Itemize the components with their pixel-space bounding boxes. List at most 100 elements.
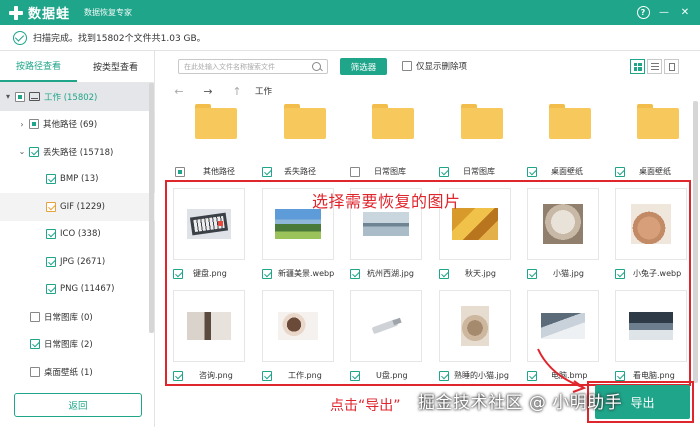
tree-checkbox[interactable]	[15, 91, 25, 102]
tree-checkbox[interactable]	[29, 146, 39, 157]
folder-label: 丢失路径	[284, 167, 316, 176]
select-hint-annotation: 选择需要恢复的图片	[312, 192, 461, 211]
tree-checkbox[interactable]	[30, 311, 40, 322]
folder-label: 日常图库	[463, 167, 495, 176]
only-deleted-label: 仅显示删除项	[416, 62, 468, 72]
drive-icon	[29, 92, 40, 102]
tree-checkbox[interactable]	[46, 201, 56, 212]
folder-checkbox[interactable]	[527, 166, 537, 177]
expand-down-icon[interactable]: ▾	[4, 92, 12, 101]
help-icon: ?	[636, 5, 650, 19]
tree-item-label: PNG (11467)	[60, 284, 115, 295]
folder-checkbox[interactable]	[439, 166, 449, 177]
toolbar: 在此处输入文件名称搜索文件 筛选器 仅显示删除项	[156, 51, 700, 81]
view-switcher	[630, 59, 679, 74]
folder-checkbox[interactable]	[262, 166, 272, 177]
close-icon: ✕	[680, 6, 690, 18]
tab-by-path[interactable]: 按路径查看	[0, 51, 77, 82]
tree-item-daily-gallery-2[interactable]: 日常图库 (2)	[0, 331, 155, 359]
view-mode-tabs: 按路径查看 按类型查看	[0, 51, 154, 83]
close-button[interactable]: ✕	[676, 3, 694, 21]
app-logo: 数据蛙	[8, 3, 70, 22]
app-name: 数据蛙	[28, 7, 71, 22]
folder-icon	[372, 104, 414, 140]
check-circle-icon	[13, 30, 27, 45]
detail-view-icon	[668, 62, 675, 71]
folder-caption: 桌面壁纸	[527, 166, 583, 177]
search-placeholder: 在此处输入文件名称搜索文件	[184, 62, 275, 71]
left-panel: 按路径查看 按类型查看 ▾ 工作 (15802) › 其他路径 (69) ⌄ 丢…	[0, 51, 155, 427]
click-hint-annotation: 点击“导出”	[330, 398, 401, 414]
back-button[interactable]: 返回	[14, 393, 142, 417]
folder-icon	[461, 104, 503, 140]
left-scrollbar[interactable]	[149, 83, 154, 333]
tree-checkbox[interactable]	[30, 339, 40, 350]
tree-item-label: 工作 (15802)	[44, 92, 98, 103]
folder-label: 桌面壁纸	[551, 167, 583, 176]
folder-label: 日常图库	[374, 167, 406, 176]
tree-item-label: JPG (2671)	[60, 256, 106, 267]
tree-checkbox[interactable]	[46, 174, 56, 185]
filter-button[interactable]: 筛选器	[340, 58, 387, 75]
tree-item-label: BMP (13)	[60, 174, 99, 185]
folder-tree: ▾ 工作 (15802) › 其他路径 (69) ⌄ 丢失路径 (15718) …	[0, 83, 155, 386]
forward-arrow-icon[interactable]: →	[202, 85, 214, 98]
tree-item-work[interactable]: ▾ 工作 (15802)	[0, 83, 155, 111]
grid-view-icon	[633, 62, 642, 71]
content-scrollbar[interactable]	[693, 101, 698, 383]
grid-view-button[interactable]	[630, 59, 645, 74]
folder-caption: 日常图库	[439, 166, 495, 177]
folder-caption: 其他路径	[175, 166, 235, 177]
folder-checkbox[interactable]	[175, 166, 185, 177]
tree-item-bmp[interactable]: BMP (13)	[0, 166, 155, 194]
app-subtitle: 数据恢复专家	[84, 8, 133, 17]
tree-item-label: 日常图库 (0)	[44, 312, 93, 323]
folder-icon	[549, 104, 591, 140]
folder-icon	[284, 104, 326, 140]
folder-checkbox[interactable]	[350, 166, 360, 177]
tree-item-label: 丢失路径 (15718)	[43, 147, 114, 158]
tree-item-label: 桌面壁纸 (1)	[44, 367, 93, 378]
tree-item-jpg[interactable]: JPG (2671)	[0, 248, 155, 276]
watermark-text: 掘金技术社区 @ 小明助手	[418, 393, 623, 413]
tree-item-ico[interactable]: ICO (338)	[0, 221, 155, 249]
tree-checkbox[interactable]	[46, 256, 56, 267]
expand-down-icon[interactable]: ⌄	[18, 147, 26, 156]
tree-item-gif[interactable]: GIF (1229)	[0, 193, 155, 221]
list-view-icon	[650, 63, 659, 70]
list-view-button[interactable]	[647, 59, 662, 74]
tab-by-type[interactable]: 按类型查看	[77, 51, 154, 82]
only-deleted-checkbox[interactable]	[402, 61, 412, 71]
folder-icon	[195, 104, 237, 140]
detail-view-button[interactable]	[664, 59, 679, 74]
scan-status-text: 扫描完成。找到15802个文件共1.03 GB。	[33, 34, 206, 44]
help-button[interactable]: ?	[634, 3, 652, 21]
current-path: 工作	[255, 87, 273, 97]
folder-caption: 丢失路径	[262, 166, 316, 177]
tree-checkbox[interactable]	[46, 284, 56, 295]
search-icon[interactable]	[312, 62, 321, 71]
tree-item-lost-paths[interactable]: ⌄ 丢失路径 (15718)	[0, 138, 155, 166]
tree-item-desktop-wallpaper[interactable]: 桌面壁纸 (1)	[0, 358, 155, 386]
tree-checkbox[interactable]	[30, 366, 40, 377]
only-deleted-toggle[interactable]: 仅显示删除项	[402, 60, 467, 72]
up-arrow-icon[interactable]: ↑	[231, 85, 243, 98]
minimize-icon: —	[659, 6, 669, 18]
search-input[interactable]: 在此处输入文件名称搜索文件	[178, 59, 328, 74]
expand-right-icon[interactable]: ›	[18, 120, 26, 129]
tree-checkbox[interactable]	[29, 119, 39, 130]
folder-checkbox[interactable]	[615, 166, 625, 177]
folder-caption: 桌面壁纸	[615, 166, 671, 177]
tree-item-other-paths[interactable]: › 其他路径 (69)	[0, 111, 155, 139]
tree-item-daily-gallery[interactable]: 日常图库 (0)	[0, 303, 155, 331]
folder-label: 桌面壁纸	[639, 167, 671, 176]
path-bar: ← → ↑ 工作	[156, 81, 700, 101]
folder-label: 其他路径	[203, 167, 235, 176]
tree-item-png[interactable]: PNG (11467)	[0, 276, 155, 304]
minimize-button[interactable]: —	[655, 3, 673, 21]
tree-checkbox[interactable]	[46, 229, 56, 240]
back-arrow-icon[interactable]: ←	[173, 85, 185, 98]
window-controls: ? — ✕	[634, 3, 694, 21]
folder-icon	[637, 104, 679, 140]
tree-item-label: GIF (1229)	[60, 201, 105, 212]
